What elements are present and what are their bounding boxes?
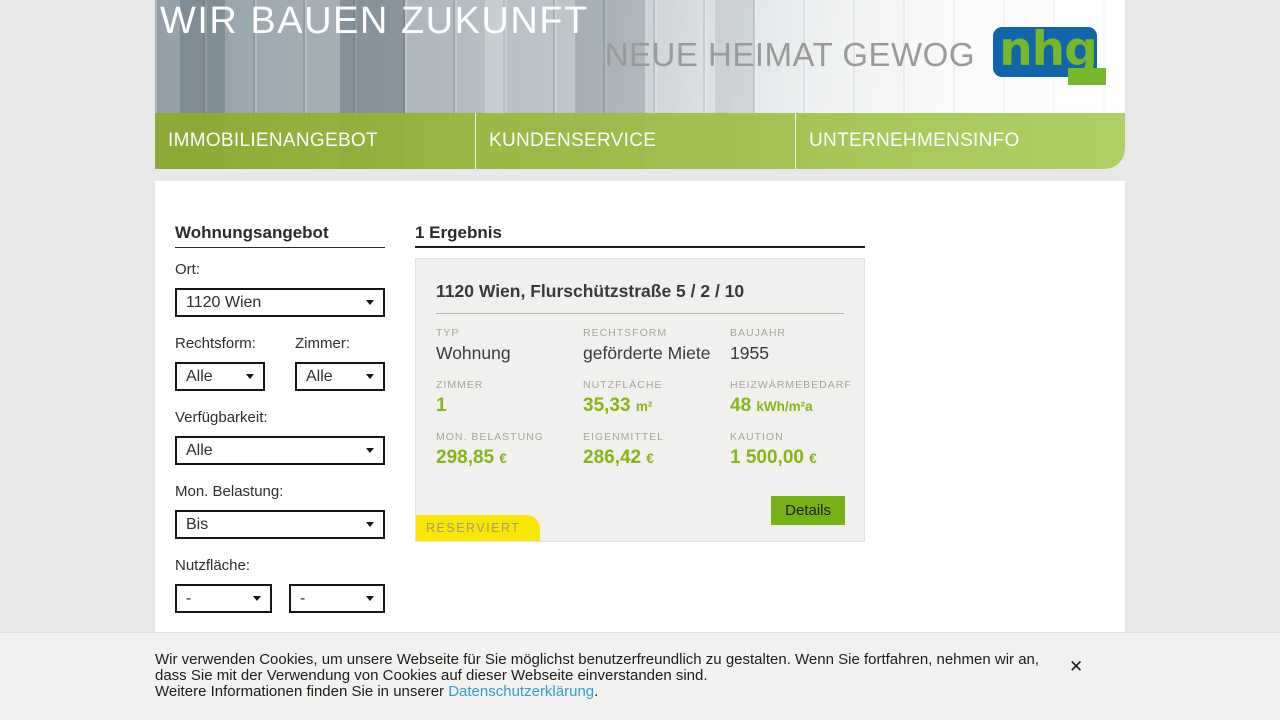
nhg-logo[interactable]: nhg (993, 27, 1106, 85)
nutzflaeche-max-value: - (300, 590, 305, 608)
zimmer-select[interactable]: Alle (295, 362, 385, 391)
results-count: 1 Ergebnis (415, 223, 502, 243)
mon-belastung-label: Mon. Belastung: (175, 483, 283, 500)
verfuegbarkeit-select-value: Alle (186, 442, 213, 460)
close-icon[interactable]: ✕ (1069, 658, 1083, 675)
ort-select-value: 1120 Wien (186, 294, 261, 312)
listing-address: 1120 Wien, Flurschützstraße 5 / 2 / 10 (436, 281, 744, 302)
mon-belastung-select[interactable]: Bis (175, 510, 385, 539)
mon-belastung-select-value: Bis (186, 516, 208, 534)
chevron-down-icon (366, 522, 374, 527)
field-rechtsform: RECHTSFORM geförderte Miete (583, 327, 730, 364)
nutzflaeche-max-select[interactable]: - (289, 584, 385, 613)
nutzflaeche-min-value: - (186, 590, 191, 608)
field-mon-belastung: MON. BELASTUNG 298,85 € (436, 431, 583, 469)
rechtsform-select[interactable]: Alle (175, 362, 265, 391)
chevron-down-icon (246, 374, 254, 379)
chevron-down-icon (366, 596, 374, 601)
results-title-divider (415, 246, 865, 248)
nutzflaeche-min-select[interactable]: - (175, 584, 272, 613)
verfuegbarkeit-select[interactable]: Alle (175, 436, 385, 465)
filters-title-divider (175, 247, 385, 248)
field-baujahr: BAUJAHR 1955 (730, 327, 846, 364)
site-header: WIR BAUEN ZUKUNFT NEUE HEIMAT GEWOG nhg … (155, 0, 1125, 169)
main-nav: IMMOBILIENANGEBOT KUNDENSERVICE UNTERNEH… (155, 113, 1125, 169)
cookie-more-info-prefix: Weitere Informationen finden Sie in unse… (155, 683, 448, 700)
listing-title-divider (436, 313, 844, 314)
field-kaution: KAUTION 1 500,00 € (730, 431, 846, 469)
chevron-down-icon (366, 300, 374, 305)
card-row: ZIMMER 1 NUTZFLÄCHE 35,33 m² HEIZWÄRMEBE… (436, 379, 846, 417)
ort-select[interactable]: 1120 Wien (175, 288, 385, 317)
ort-label: Ort: (175, 261, 200, 278)
cookie-message-text: Wir verwenden Cookies, um unsere Webseit… (155, 651, 1039, 684)
details-button[interactable]: Details (771, 496, 845, 525)
datenschutz-link[interactable]: Datenschutzerklärung (448, 683, 594, 700)
verfuegbarkeit-label: Verfügbarkeit: (175, 409, 268, 426)
card-row: TYP Wohnung RECHTSFORM geförderte Miete … (436, 327, 846, 364)
field-eigenmittel: EIGENMITTEL 286,42 € (583, 431, 730, 469)
nav-item-immobilienangebot[interactable]: IMMOBILIENANGEBOT (155, 113, 475, 169)
brand-name: NEUE HEIMAT GEWOG (605, 36, 975, 74)
field-nutzflaeche: NUTZFLÄCHE 35,33 m² (583, 379, 730, 417)
status-badge: RESERVIERT (416, 515, 540, 541)
header-tagline: WIR BAUEN ZUKUNFT (160, 0, 589, 44)
cookie-more-info-suffix: . (594, 683, 598, 700)
zimmer-label: Zimmer: (295, 335, 350, 352)
field-typ: TYP Wohnung (436, 327, 583, 364)
rechtsform-label: Rechtsform: (175, 335, 256, 352)
nutzflaeche-label: Nutzfläche: (175, 557, 250, 574)
main-content: Wohnungsangebot Ort: 1120 Wien Rechtsfor… (155, 181, 1125, 632)
nav-item-kundenservice[interactable]: KUNDENSERVICE (475, 113, 795, 169)
field-heizwaermebedarf: HEIZWÄRMEBEDARF 48 kWh/m²a (730, 379, 846, 417)
page: WIR BAUEN ZUKUNFT NEUE HEIMAT GEWOG nhg … (0, 0, 1280, 720)
card-row: MON. BELASTUNG 298,85 € EIGENMITTEL 286,… (436, 431, 846, 469)
cookie-banner: Wir verwenden Cookies, um unsere Webseit… (0, 632, 1280, 720)
logo-text: nhg (993, 20, 1103, 80)
filters-title: Wohnungsangebot (175, 223, 329, 243)
nav-item-unternehmensinfo[interactable]: UNTERNEHMENSINFO (795, 113, 1125, 169)
zimmer-select-value: Alle (306, 368, 333, 386)
cookie-message: Wir verwenden Cookies, um unsere Webseit… (155, 652, 1043, 701)
rechtsform-select-value: Alle (186, 368, 213, 386)
listing-card: 1120 Wien, Flurschützstraße 5 / 2 / 10 T… (415, 258, 865, 542)
chevron-down-icon (253, 596, 261, 601)
chevron-down-icon (366, 374, 374, 379)
field-zimmer: ZIMMER 1 (436, 379, 583, 417)
chevron-down-icon (366, 448, 374, 453)
